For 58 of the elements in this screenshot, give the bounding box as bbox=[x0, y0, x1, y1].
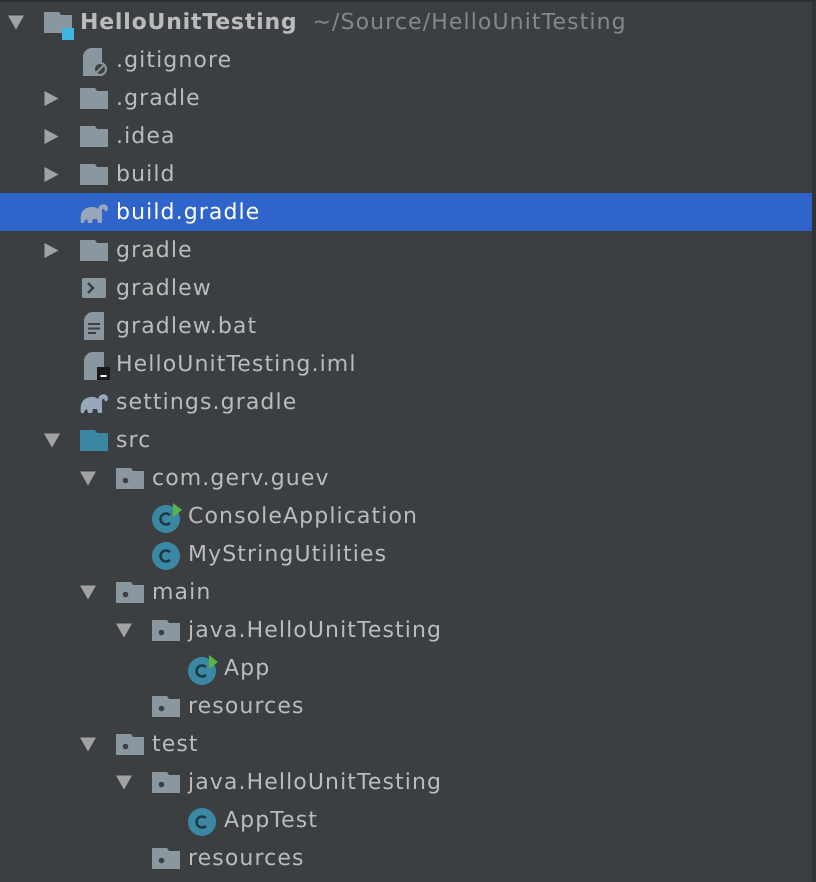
runnable-class-icon bbox=[188, 655, 218, 685]
tree-item[interactable]: HelloUnitTesting.iml bbox=[0, 345, 812, 383]
tree-item[interactable]: gradlew bbox=[0, 269, 812, 307]
project-path: ~/Source/HelloUnitTesting bbox=[312, 10, 627, 34]
package-folder-icon bbox=[152, 772, 180, 792]
caret-down-icon[interactable] bbox=[116, 774, 132, 790]
caret-right-icon[interactable] bbox=[44, 128, 59, 144]
tree-item[interactable]: App bbox=[0, 649, 812, 687]
folder-icon bbox=[80, 240, 108, 260]
package-folder-icon bbox=[152, 848, 180, 868]
caret-down-icon[interactable] bbox=[80, 584, 96, 600]
tree-item[interactable]: build.gradle bbox=[0, 193, 812, 231]
class-icon bbox=[188, 808, 216, 836]
caret-right-icon[interactable] bbox=[44, 90, 59, 106]
caret-down-icon[interactable] bbox=[8, 14, 24, 30]
tree-item[interactable]: java.HelloUnitTesting bbox=[0, 763, 812, 801]
caret-down-icon[interactable] bbox=[44, 432, 60, 448]
tree-item[interactable]: main bbox=[0, 573, 812, 611]
tree-item[interactable]: ConsoleApplication bbox=[0, 497, 812, 535]
folder-icon bbox=[80, 88, 108, 108]
package-folder-icon bbox=[116, 468, 144, 488]
folder-icon bbox=[80, 126, 108, 146]
module-folder-icon bbox=[44, 12, 74, 40]
package-folder-icon bbox=[152, 696, 180, 716]
source-folder-icon bbox=[80, 430, 108, 450]
tree-item[interactable]: .idea bbox=[0, 117, 812, 155]
caret-down-icon[interactable] bbox=[80, 470, 96, 486]
caret-right-icon[interactable] bbox=[44, 242, 59, 258]
tree-item[interactable]: resources bbox=[0, 687, 812, 725]
tree-item[interactable]: HelloUnitTesting ~/Source/HelloUnitTesting bbox=[0, 3, 812, 41]
runnable-class-icon bbox=[152, 503, 182, 533]
module-file-icon bbox=[84, 352, 110, 380]
tree-item[interactable]: MyStringUtilities bbox=[0, 535, 812, 573]
caret-down-icon[interactable] bbox=[116, 622, 132, 638]
tree-item[interactable]: .gitignore bbox=[0, 41, 812, 79]
folder-icon bbox=[80, 164, 108, 184]
elephant-icon bbox=[79, 391, 109, 413]
package-folder-icon bbox=[116, 734, 144, 754]
tree-item[interactable]: gradle bbox=[0, 231, 812, 269]
caret-down-icon[interactable] bbox=[80, 736, 96, 752]
tree-item[interactable]: gradlew.bat bbox=[0, 307, 812, 345]
tree-item[interactable]: build bbox=[0, 155, 812, 193]
terminal-icon bbox=[82, 278, 106, 298]
package-folder-icon bbox=[116, 582, 144, 602]
ignored-file-icon bbox=[83, 48, 107, 76]
tree-item[interactable]: java.HelloUnitTesting bbox=[0, 611, 812, 649]
tree-item[interactable]: resources bbox=[0, 839, 812, 877]
elephant-icon bbox=[79, 201, 109, 223]
text-file-icon bbox=[84, 312, 104, 340]
package-folder-icon bbox=[152, 620, 180, 640]
caret-right-icon[interactable] bbox=[44, 166, 59, 182]
tree-item[interactable]: settings.gradle bbox=[0, 383, 812, 421]
tree-item[interactable]: AppTest bbox=[0, 801, 812, 839]
tree-item[interactable]: test bbox=[0, 725, 812, 763]
class-icon bbox=[152, 542, 180, 570]
tree-item[interactable]: com.gerv.guev bbox=[0, 459, 812, 497]
tree-item[interactable]: src bbox=[0, 421, 812, 459]
tree-item[interactable]: .gradle bbox=[0, 79, 812, 117]
